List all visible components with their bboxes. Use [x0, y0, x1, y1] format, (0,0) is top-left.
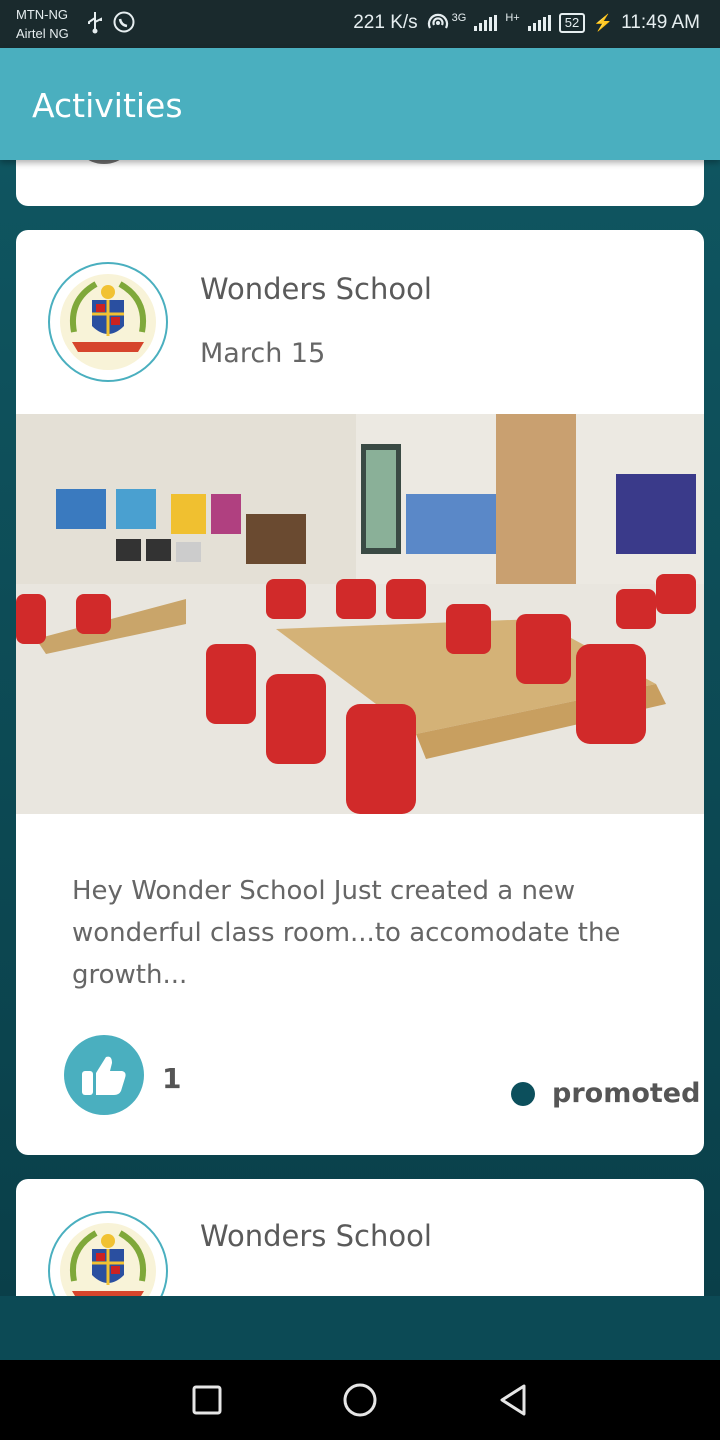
- post-card-previous[interactable]: [16, 160, 704, 206]
- status-bar: MTN-NG Airtel NG 221 K/s 3G H+ 52 ⚡ 11:4…: [0, 0, 720, 48]
- back-triangle-icon: [500, 1384, 526, 1416]
- carrier-2: Airtel NG: [16, 26, 69, 41]
- classroom-photo: [16, 414, 704, 814]
- school-crest-icon: [60, 1223, 156, 1296]
- status-right: 221 K/s 3G H+ 52 ⚡ 11:49 AM: [353, 12, 700, 34]
- bottom-spacer: [0, 1296, 720, 1360]
- circle-icon: [343, 1383, 377, 1417]
- activity-feed[interactable]: Wonders School March 15 Hey Wonder Schoo…: [0, 160, 720, 1296]
- net-type-2: H+: [505, 12, 520, 24]
- school-crest-icon: [60, 274, 156, 370]
- avatar: [72, 160, 136, 164]
- net-type: 3G: [451, 12, 467, 24]
- whatsapp-icon: [113, 11, 135, 33]
- app-bar: Activities: [0, 48, 720, 160]
- school-name[interactable]: Wonders School: [200, 272, 432, 306]
- back-button[interactable]: [485, 1372, 541, 1428]
- school-logo[interactable]: [48, 262, 168, 382]
- post-date: March 15: [200, 338, 326, 369]
- home-button[interactable]: [332, 1372, 388, 1428]
- carrier-info: MTN-NG Airtel NG: [16, 5, 69, 43]
- school-logo[interactable]: [48, 1211, 168, 1296]
- signal-icon: [474, 15, 498, 31]
- hotspot-icon: [427, 13, 448, 29]
- signal-icon-2: [527, 15, 551, 31]
- like-button[interactable]: [64, 1035, 144, 1115]
- square-icon: [192, 1385, 222, 1415]
- carrier-1: MTN-NG: [16, 7, 68, 22]
- promoted-label: promoted: [552, 1078, 701, 1109]
- system-nav-bar: [0, 1360, 720, 1440]
- usb-icon: [88, 12, 102, 34]
- thumbs-up-icon: [82, 1056, 126, 1095]
- battery-icon: 52: [558, 13, 586, 33]
- post-card[interactable]: Wonders School March 15 Hey Wonder Schoo…: [16, 230, 704, 1155]
- post-card-next[interactable]: Wonders School: [16, 1179, 704, 1296]
- clock: 11:49 AM: [621, 12, 700, 33]
- net-speed: 221 K/s: [353, 12, 418, 33]
- charging-icon: ⚡: [593, 15, 614, 32]
- page-title: Activities: [32, 86, 183, 125]
- recent-apps-button[interactable]: [179, 1372, 235, 1428]
- like-count: 1: [162, 1062, 182, 1095]
- promoted-dot: [511, 1082, 535, 1106]
- post-text: Hey Wonder School Just created a new won…: [72, 876, 621, 990]
- school-name[interactable]: Wonders School: [200, 1219, 432, 1253]
- post-photo[interactable]: [16, 414, 704, 814]
